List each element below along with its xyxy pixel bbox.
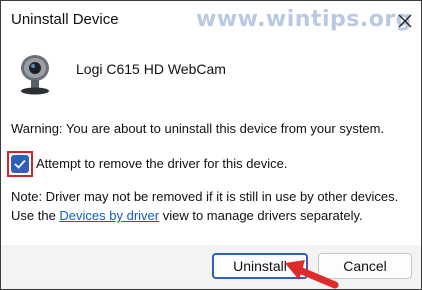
uninstall-device-dialog: Uninstall Device www.wintips.org Logi C6… bbox=[0, 0, 422, 290]
device-name: Logi C615 HD WebCam bbox=[76, 61, 226, 77]
remove-driver-label[interactable]: Attempt to remove the driver for this de… bbox=[36, 156, 287, 171]
devices-by-driver-link[interactable]: Devices by driver bbox=[59, 208, 159, 223]
driver-note: Note: Driver may not be removed if it is… bbox=[11, 187, 411, 225]
title-bar: Uninstall Device www.wintips.org bbox=[1, 1, 421, 41]
watermark: www.wintips.org bbox=[196, 7, 412, 32]
remove-driver-checkbox[interactable] bbox=[11, 155, 29, 173]
note-text-end: view to manage drivers separately. bbox=[159, 208, 363, 223]
checkmark-icon bbox=[14, 159, 26, 169]
close-icon bbox=[398, 14, 412, 28]
close-button[interactable] bbox=[393, 9, 417, 33]
webcam-icon bbox=[21, 55, 49, 95]
pointer-arrow bbox=[285, 260, 339, 289]
warning-text: Warning: You are about to uninstall this… bbox=[11, 121, 385, 136]
dialog-title: Uninstall Device bbox=[11, 11, 119, 28]
dialog-footer: Uninstall Cancel bbox=[1, 245, 421, 289]
